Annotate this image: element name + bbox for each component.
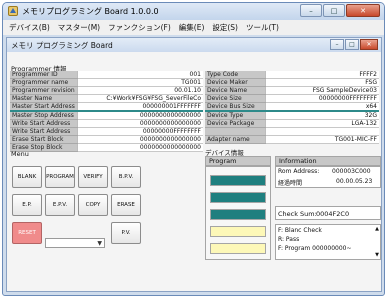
programmer-name-value: TG001	[76, 78, 203, 88]
log-line: R: Pass	[278, 236, 300, 243]
rom-address-label: Rom Address:	[278, 168, 320, 175]
device-maker-value: FSG	[264, 78, 379, 88]
log-line: F: Blanc Check	[278, 227, 322, 234]
inner-minimize-button[interactable]: –	[330, 39, 344, 50]
scroll-down-icon[interactable]: ▼	[375, 252, 379, 258]
progress-bar-4	[210, 226, 266, 237]
type-code-value: FFFF2	[264, 71, 379, 80]
write-start-address-2-value: 00000000FFFFFFFF	[76, 127, 203, 137]
information-column-header: Information	[275, 156, 381, 166]
erase-stop-block-value: 0000000000000000	[76, 143, 203, 153]
log-box[interactable]: F: Blanc Check R: Pass F: Program 000000…	[275, 224, 381, 260]
blank-label	[205, 127, 265, 136]
blank-value	[264, 127, 379, 136]
device-bus-size-label: Device Bus Size	[205, 102, 265, 113]
maximize-button[interactable]: □	[323, 4, 345, 17]
menu-settings[interactable]: 設定(S)	[212, 22, 238, 33]
window-title: メモリプログラミング Board 1.0.0.0	[22, 7, 159, 16]
pv-button[interactable]: P.V.	[111, 222, 141, 244]
checksum-value: 0004F2C0	[316, 210, 350, 218]
menu-device[interactable]: デバイス(B)	[9, 22, 50, 33]
reset-button[interactable]: RESET	[12, 222, 42, 244]
elapsed-time-value: 00.00.05.23	[336, 178, 373, 185]
programming-board-window: メモリ プログラミング Board – □ ✕ Programmer 情報 Pr…	[6, 37, 382, 292]
erase-start-block-label: Erase Start Block	[10, 135, 78, 145]
device-type-value: 32G	[264, 111, 379, 121]
device-type-label: Device Type	[205, 111, 265, 121]
elapsed-time-label: 経過時間	[278, 180, 303, 187]
log-line: F: Program 000000000~	[278, 245, 352, 252]
erase-start-block-value: 0000000000000000	[76, 135, 203, 145]
program-progress-panel	[205, 166, 271, 260]
ep-button[interactable]: E.P.	[12, 194, 42, 216]
device-size-value: 00000000FFFFFFFF	[264, 94, 379, 104]
inner-title-bar: メモリ プログラミング Board – □ ✕	[7, 38, 381, 52]
progress-bar-3	[210, 209, 266, 220]
chevron-down-icon: ▼	[97, 240, 102, 247]
progress-bar-5	[210, 243, 266, 254]
blank-button[interactable]: BLANK	[12, 166, 42, 188]
write-start-address-label: Write Start Address	[10, 119, 78, 129]
programmer-name-label: Programmer name	[10, 78, 78, 88]
device-name-value: FSG SampleDevice03	[264, 86, 379, 96]
app-icon	[8, 6, 18, 16]
write-start-address-2-label: Write Start Address	[10, 127, 78, 137]
device-package-value: LGA-132	[264, 119, 379, 129]
program-button[interactable]: PROGRAM	[45, 166, 75, 188]
master-stop-address-value: 0000000000000000	[76, 111, 203, 121]
erase-button[interactable]: ERASE	[111, 194, 141, 216]
master-start-address-label: Master Start Address	[10, 102, 78, 113]
menu-heading: Menu	[11, 150, 29, 158]
menu-edit[interactable]: 編集(E)	[179, 22, 205, 33]
rom-address-box: Rom Address: 000003C000 経過時間 00.00.05.23	[275, 166, 381, 188]
bpv-button[interactable]: B.P.V.	[111, 166, 141, 188]
programmer-info-table: Programmer ID 001 Programmer name TG001 Pr…	[10, 71, 203, 153]
main-window: メモリプログラミング Board 1.0.0.0 – □ ✕ デバイス(B) マ…	[2, 2, 385, 296]
adapter-name-value: TG001-MIC-FF	[264, 135, 379, 144]
master-name-label: Master Name	[10, 94, 78, 104]
programmer-id-value: 001	[76, 71, 203, 80]
device-bus-size-value: x64	[264, 102, 379, 113]
device-package-label: Device Package	[205, 119, 265, 129]
programmer-revision-label: Programmer revision	[10, 86, 78, 96]
device-name-label: Device Name	[205, 86, 265, 96]
master-start-address-value: 000000001FFFFFFF	[76, 102, 203, 113]
mode-select[interactable]: ▼	[45, 238, 105, 248]
inner-maximize-button[interactable]: □	[345, 39, 359, 50]
progress-bar-1	[210, 175, 266, 186]
menu-tools[interactable]: ツール(T)	[246, 22, 279, 33]
close-button[interactable]: ✕	[346, 4, 380, 17]
adapter-name-label: Adapter name	[205, 135, 265, 144]
progress-bar-2	[210, 192, 266, 203]
inner-window-title: メモリ プログラミング Board	[11, 41, 113, 50]
menu-bar: デバイス(B) マスター(M) ファンクション(F) 編集(E) 設定(S) ツ…	[3, 20, 384, 35]
inner-close-button[interactable]: ✕	[360, 39, 378, 50]
write-start-address-value: 0000000000000000	[76, 119, 203, 129]
checksum-label: Check Sum:	[278, 210, 317, 218]
scroll-up-icon[interactable]: ▲	[375, 226, 379, 232]
verify-button[interactable]: VERIFY	[78, 166, 108, 188]
program-column-header: Program	[205, 156, 271, 166]
checksum-box: Check Sum: 0004F2C0	[275, 206, 381, 220]
minimize-button[interactable]: –	[300, 4, 322, 17]
title-bar: メモリプログラミング Board 1.0.0.0 – □ ✕	[3, 3, 384, 20]
rom-address-value: 000003C000	[332, 168, 371, 175]
device-size-label: Device Size	[205, 94, 265, 104]
device-info-table: Type Code FFFF2 Device Maker FSG Device Na…	[205, 71, 379, 144]
epv-button[interactable]: E.P.V.	[45, 194, 75, 216]
type-code-label: Type Code	[205, 71, 265, 80]
copy-button[interactable]: COPY	[78, 194, 108, 216]
programmer-revision-value: 00.01.10	[76, 86, 203, 96]
menu-function[interactable]: ファンクション(F)	[108, 22, 171, 33]
device-maker-label: Device Maker	[205, 78, 265, 88]
menu-master[interactable]: マスター(M)	[58, 22, 100, 33]
programmer-id-label: Programmer ID	[10, 71, 78, 80]
master-stop-address-label: Master Stop Address	[10, 111, 78, 121]
master-name-value: C:¥Work¥FSG¥FSG_SeverFileCo	[76, 94, 203, 104]
